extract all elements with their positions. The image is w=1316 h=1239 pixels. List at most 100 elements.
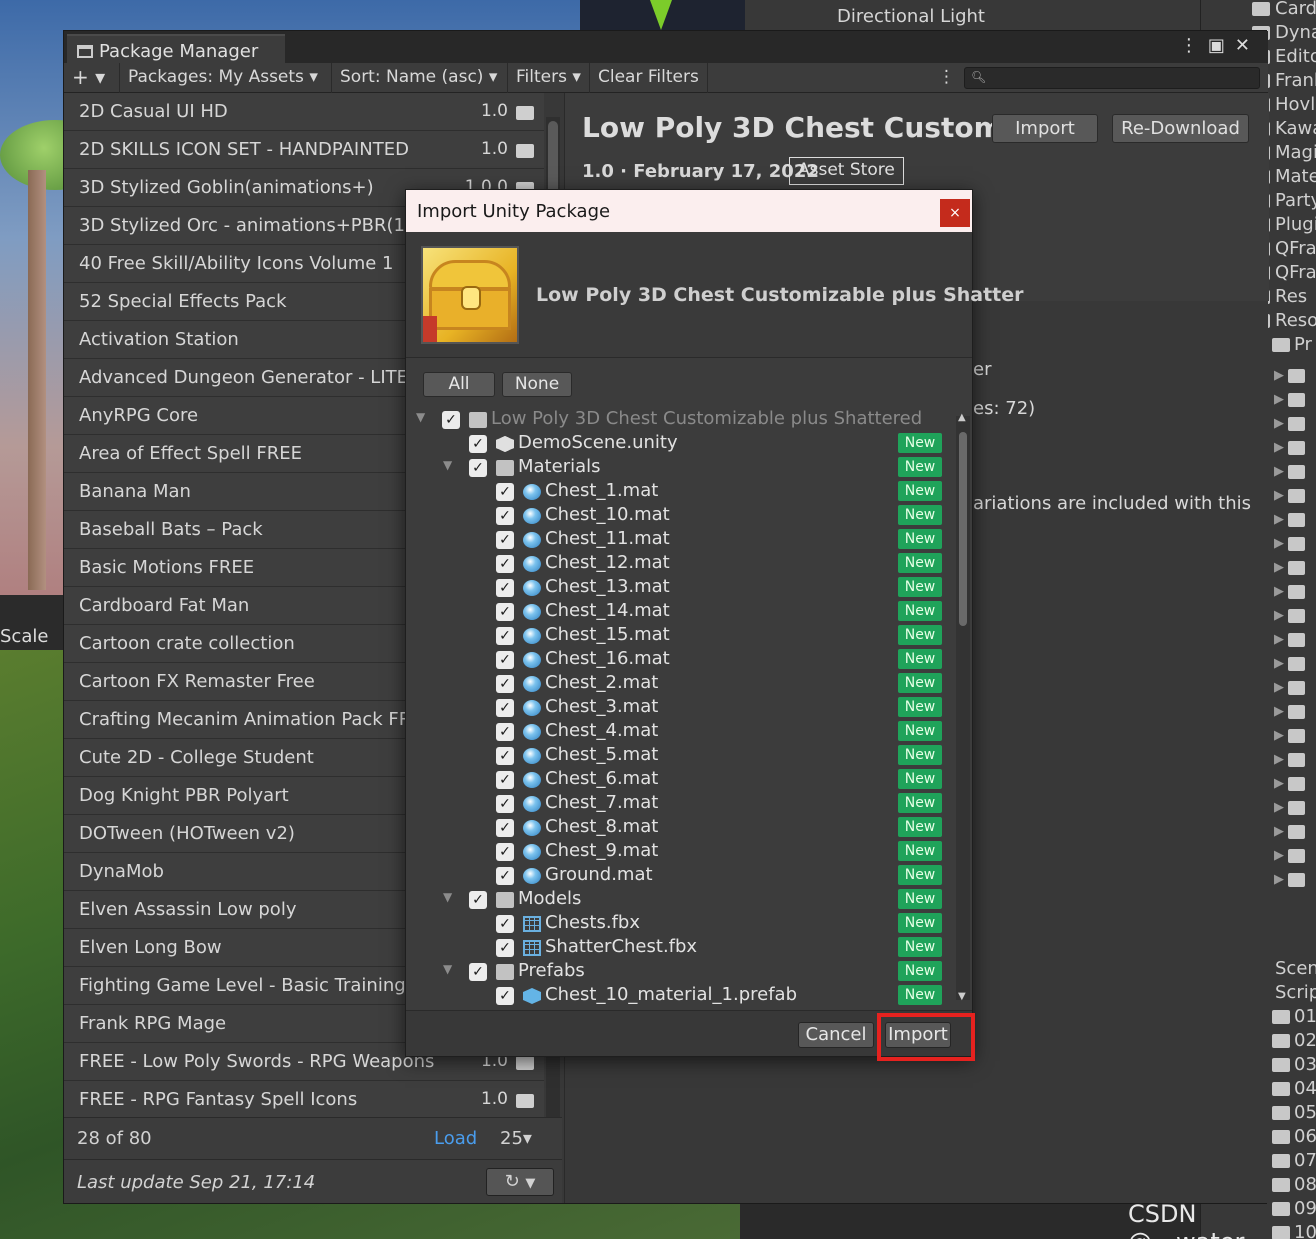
package-list-item[interactable]: FREE - RPG Fantasy Spell Icons 1.0 bbox=[64, 1081, 544, 1117]
tree-file-row[interactable]: ✓ Chest_13.mat New bbox=[406, 576, 956, 600]
fold-arrow-icon[interactable]: ▶ bbox=[1274, 464, 1284, 479]
subfolder-row[interactable]: ▶ bbox=[1274, 656, 1306, 671]
item-checkbox[interactable]: ✓ bbox=[469, 459, 487, 477]
subfolder-row[interactable]: ▶ bbox=[1274, 488, 1306, 503]
tree-file-row[interactable]: ✓ Ground.mat New bbox=[406, 864, 956, 888]
item-checkbox[interactable]: ✓ bbox=[496, 555, 514, 573]
tree-file-row[interactable]: ✓ Chest_14.mat New bbox=[406, 600, 956, 624]
import-button[interactable]: Import bbox=[885, 1022, 951, 1048]
item-checkbox[interactable]: ✓ bbox=[469, 891, 487, 909]
fold-arrow-icon[interactable]: ▶ bbox=[1274, 704, 1284, 719]
fold-arrow-icon[interactable]: ▶ bbox=[1274, 872, 1284, 887]
fold-arrow-icon[interactable]: ▶ bbox=[1274, 848, 1284, 863]
project-folder-item[interactable]: 02 bbox=[1272, 1030, 1316, 1051]
item-checkbox[interactable]: ✓ bbox=[496, 627, 514, 645]
fold-arrow-icon[interactable]: ▼ bbox=[443, 890, 452, 904]
subfolder-row[interactable]: ▶ bbox=[1274, 800, 1306, 815]
fold-arrow-icon[interactable]: ▶ bbox=[1274, 584, 1284, 599]
fold-arrow-icon[interactable]: ▶ bbox=[1274, 752, 1284, 767]
item-checkbox[interactable]: ✓ bbox=[496, 867, 514, 885]
fold-arrow-icon[interactable]: ▶ bbox=[1274, 680, 1284, 695]
toolbar-more-icon[interactable]: ⋮ bbox=[930, 63, 955, 93]
package-list-item[interactable]: 2D SKILLS ICON SET - HANDPAINTED 1.0 bbox=[64, 131, 544, 169]
tree-file-row[interactable]: ✓ Chest_8.mat New bbox=[406, 816, 956, 840]
tree-folder-row[interactable]: ▼ ✓ Materials New bbox=[406, 456, 956, 480]
page-size-dropdown[interactable]: 25▾ bbox=[500, 1128, 532, 1149]
kebab-menu-icon[interactable]: ⋮ bbox=[1180, 35, 1208, 56]
search-input[interactable]: 🔍︎ bbox=[964, 67, 1260, 89]
item-checkbox[interactable]: ✓ bbox=[469, 435, 487, 453]
project-folder-item[interactable]: 08 bbox=[1272, 1174, 1316, 1195]
subfolder-row[interactable]: ▶ bbox=[1274, 632, 1306, 647]
fold-arrow-icon[interactable]: ▶ bbox=[1274, 776, 1284, 791]
tree-scroll-thumb[interactable] bbox=[959, 432, 967, 626]
tree-file-row[interactable]: ✓ Chest_1.mat New bbox=[406, 480, 956, 504]
project-folder-item[interactable]: Card bbox=[1252, 0, 1316, 19]
subfolder-row[interactable]: ▶ bbox=[1274, 728, 1306, 743]
subfolder-row[interactable]: ▶ bbox=[1274, 752, 1306, 767]
fold-arrow-icon[interactable]: ▼ bbox=[416, 410, 425, 424]
redownload-button[interactable]: Re-Download bbox=[1112, 114, 1249, 143]
subfolder-row[interactable]: ▶ bbox=[1274, 368, 1306, 383]
tree-file-row[interactable]: ✓ Chest_4.mat New bbox=[406, 720, 956, 744]
dialog-close-button[interactable]: × bbox=[940, 199, 970, 227]
clear-filters-button[interactable]: Clear Filters bbox=[590, 63, 708, 93]
tree-file-row[interactable]: ✓ Chest_5.mat New bbox=[406, 744, 956, 768]
tree-file-row[interactable]: ✓ Chest_9.mat New bbox=[406, 840, 956, 864]
tree-folder-row[interactable]: ▼ ✓ Low Poly 3D Chest Customizable plus Sh… bbox=[406, 408, 956, 432]
project-folder-item[interactable]: Scrip bbox=[1275, 982, 1316, 1003]
fold-arrow-icon[interactable]: ▶ bbox=[1274, 440, 1284, 455]
item-checkbox[interactable]: ✓ bbox=[496, 699, 514, 717]
hierarchy-item-directional-light[interactable]: Directional Light bbox=[837, 6, 985, 27]
subfolder-row[interactable]: ▶ bbox=[1274, 704, 1306, 719]
fold-arrow-icon[interactable]: ▶ bbox=[1274, 560, 1284, 575]
subfolder-row[interactable]: ▶ bbox=[1274, 872, 1306, 887]
item-checkbox[interactable]: ✓ bbox=[496, 915, 514, 933]
packages-filter-dropdown[interactable]: Packages: My Assets ▾ bbox=[120, 63, 332, 93]
subfolder-row[interactable]: ▶ bbox=[1274, 824, 1306, 839]
fold-arrow-icon[interactable]: ▶ bbox=[1274, 368, 1284, 383]
subfolder-row[interactable]: ▶ bbox=[1274, 584, 1306, 599]
item-checkbox[interactable]: ✓ bbox=[442, 411, 460, 429]
close-icon[interactable]: ✕ bbox=[1235, 35, 1260, 56]
maximize-icon[interactable]: ▣ bbox=[1208, 35, 1235, 56]
fold-arrow-icon[interactable]: ▶ bbox=[1274, 632, 1284, 647]
fold-arrow-icon[interactable]: ▼ bbox=[443, 962, 452, 976]
tree-file-row[interactable]: ✓ Chest_3.mat New bbox=[406, 696, 956, 720]
project-folder-item[interactable]: Scen bbox=[1275, 958, 1316, 979]
tree-file-row[interactable]: ✓ Chest_12.mat New bbox=[406, 552, 956, 576]
tree-file-row[interactable]: ✓ Chest_2.mat New bbox=[406, 672, 956, 696]
item-checkbox[interactable]: ✓ bbox=[496, 531, 514, 549]
tab-package-manager[interactable]: Package Manager bbox=[67, 34, 285, 64]
fold-arrow-icon[interactable]: ▶ bbox=[1274, 656, 1284, 671]
scroll-down-icon[interactable]: ▼ bbox=[958, 991, 966, 1002]
subfolder-row[interactable]: ▶ bbox=[1274, 392, 1306, 407]
tree-file-row[interactable]: ✓ Chest_16.mat New bbox=[406, 648, 956, 672]
fold-arrow-icon[interactable]: ▶ bbox=[1274, 416, 1284, 431]
subfolder-row[interactable]: ▶ bbox=[1274, 440, 1306, 455]
fold-arrow-icon[interactable]: ▶ bbox=[1274, 392, 1284, 407]
import-package-button[interactable]: Import bbox=[992, 114, 1098, 143]
tree-folder-row[interactable]: ▼ ✓ Prefabs New bbox=[406, 960, 956, 984]
subfolder-row[interactable]: ▶ bbox=[1274, 560, 1306, 575]
subfolder-row[interactable]: ▶ bbox=[1274, 848, 1306, 863]
item-checkbox[interactable]: ✓ bbox=[496, 843, 514, 861]
tree-file-row[interactable]: ✓ Chest_10.mat New bbox=[406, 504, 956, 528]
fold-arrow-icon[interactable]: ▼ bbox=[443, 458, 452, 472]
item-checkbox[interactable]: ✓ bbox=[496, 603, 514, 621]
project-folder-item[interactable]: 06 bbox=[1272, 1126, 1316, 1147]
fold-arrow-icon[interactable]: ▶ bbox=[1274, 512, 1284, 527]
tree-folder-row[interactable]: ▼ ✓ Models New bbox=[406, 888, 956, 912]
tree-file-row[interactable]: ✓ Chest_15.mat New bbox=[406, 624, 956, 648]
load-more-link[interactable]: Load bbox=[434, 1128, 477, 1149]
item-checkbox[interactable]: ✓ bbox=[496, 987, 514, 1005]
subfolder-row[interactable]: ▶ bbox=[1274, 536, 1306, 551]
fold-arrow-icon[interactable]: ▶ bbox=[1274, 488, 1284, 503]
item-checkbox[interactable]: ✓ bbox=[469, 963, 487, 981]
tree-file-row[interactable]: ✓ DemoScene.unity New bbox=[406, 432, 956, 456]
item-checkbox[interactable]: ✓ bbox=[496, 939, 514, 957]
cancel-button[interactable]: Cancel bbox=[798, 1022, 874, 1048]
sort-dropdown[interactable]: Sort: Name (asc) ▾ bbox=[332, 63, 508, 93]
scroll-up-icon[interactable]: ▲ bbox=[958, 412, 966, 423]
fold-arrow-icon[interactable]: ▶ bbox=[1274, 536, 1284, 551]
